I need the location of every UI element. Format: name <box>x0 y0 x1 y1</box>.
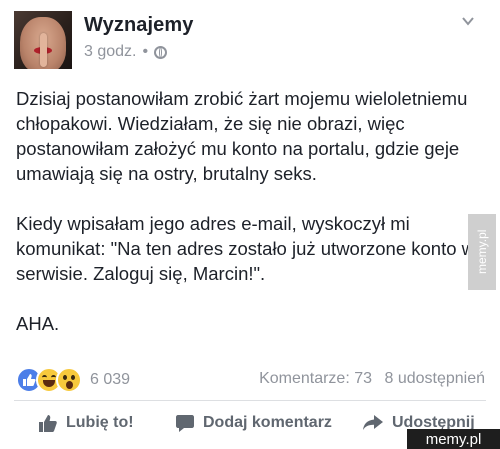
page-avatar[interactable] <box>14 11 72 69</box>
divider <box>14 400 486 401</box>
post-text: Dzisiaj postanowiłam zrobić żart mojemu … <box>16 86 486 361</box>
post-stats: Komentarze: 73 8 udostępnień <box>259 370 485 388</box>
globe-icon <box>154 45 168 59</box>
reactions-summary[interactable]: 6 039 <box>16 367 130 393</box>
post-paragraph: Dzisiaj postanowiłam zrobić żart mojemu … <box>16 88 468 184</box>
thumbs-up-icon <box>39 415 57 432</box>
comment-button-label: Dodaj komentarz <box>203 414 332 431</box>
side-watermark: memy.pl <box>468 214 496 290</box>
like-button-label: Lubię to! <box>66 414 134 431</box>
post-timestamp[interactable]: 3 godz. <box>84 43 136 61</box>
wow-reaction-icon <box>56 367 82 393</box>
corner-watermark: memy.pl <box>407 429 500 449</box>
post-meta: 3 godz. • <box>84 43 168 61</box>
page-name-link[interactable]: Wyznajemy <box>84 14 193 37</box>
post-paragraph: Kiedy wpisałam jego adres e-mail, wyskoc… <box>16 213 476 284</box>
like-button[interactable]: Lubię to! <box>38 413 134 433</box>
chevron-down-icon[interactable] <box>461 14 475 28</box>
comment-icon <box>176 415 194 432</box>
comments-count-link[interactable]: Komentarze: 73 <box>259 370 372 387</box>
meta-separator: • <box>142 43 149 60</box>
post-paragraph: AHA. <box>16 313 60 334</box>
facebook-post: Wyznajemy 3 godz. • Dzisiaj postanowiłam… <box>0 0 500 449</box>
comment-button[interactable]: Dodaj komentarz <box>175 413 332 433</box>
reaction-count: 6 039 <box>90 371 131 388</box>
shares-count-link[interactable]: 8 udostępnień <box>384 370 485 387</box>
share-arrow-icon <box>363 415 383 430</box>
